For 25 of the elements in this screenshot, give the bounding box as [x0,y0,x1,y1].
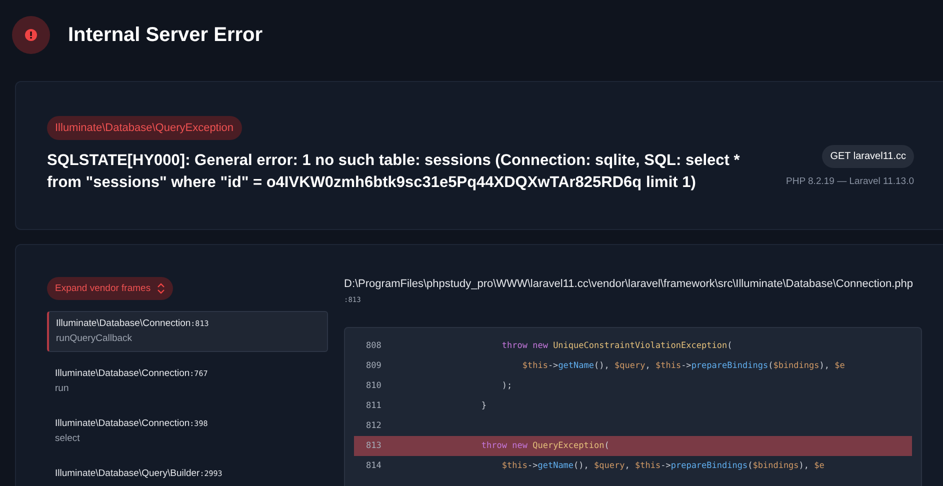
error-icon [12,16,50,54]
line-number: 808 [365,341,382,351]
exception-class-badge: Illuminate\Database\QueryException [47,116,242,140]
frame-method: runQueryCallback [56,333,134,344]
line-number: 811 [365,401,382,411]
request-badge: GET laravel11.cc [822,144,914,168]
chevron-up-down-icon [156,283,165,294]
code-text: } [480,401,487,411]
line-number: 813 [365,441,382,451]
frame-method: run [55,383,70,394]
line-number: 809 [365,361,382,371]
code-text: $this->getName(), $query, $this->prepareBindings($bindings), $e [521,361,845,371]
version-text: PHP 8.2.19 — Laravel 11.13.0 [786,176,914,186]
code-text: $this->getName(), $query, $this->prepareBindings($bindings), $e [500,461,824,471]
line-number: 812 [365,421,382,431]
file-path: D:\ProgramFiles\phpstudy_pro\WWW\laravel11.cc\vendor\laravel\framework\src\Illuminate\Database\Connection.php [344,278,914,290]
code-text: ); [500,381,512,391]
line-number: 814 [365,461,382,471]
code-text: throw new QueryException( [480,441,610,451]
frame-method: select [55,433,81,444]
line-number: 810 [365,381,382,391]
code-text: throw new UniqueConstraintViolationException( [500,341,732,351]
expand-vendor-frames-button[interactable]: Expand vendor frames [47,277,173,300]
exception-message: SQLSTATE[HY000]: General error: 1 no such table: sessions (Connection: sqlite, SQL: select * from "sessions" where "id" = o4IVKW0zmh6btk9sc31e5Pq44XDQXwTAr825RD6q limit 1) [47,150,741,192]
page-title: Internal Server Error [68,24,263,46]
